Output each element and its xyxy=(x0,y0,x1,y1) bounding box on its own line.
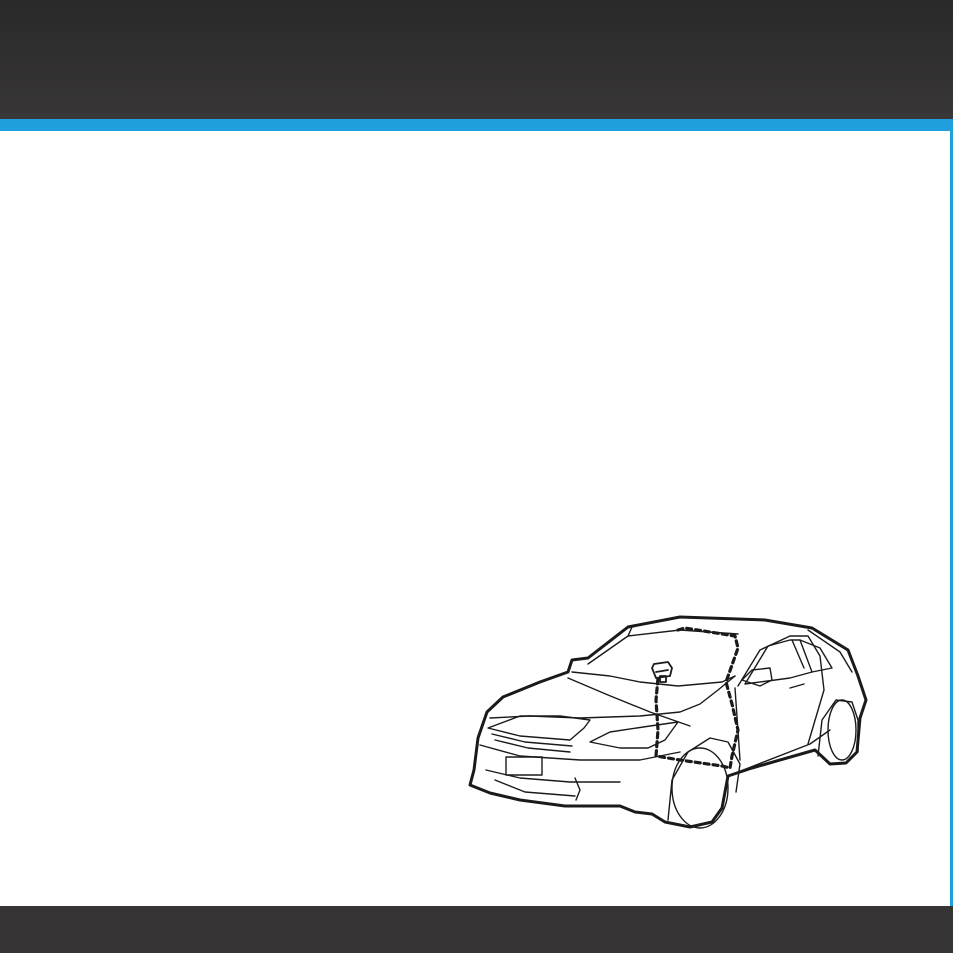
car-body-outline xyxy=(468,615,868,829)
header-bar xyxy=(0,0,953,120)
license-plate xyxy=(505,756,543,776)
antenna-mount xyxy=(651,661,673,683)
footer-bar xyxy=(0,906,953,953)
rear-wheel xyxy=(827,699,857,761)
accent-stripe xyxy=(0,119,953,131)
door-handle xyxy=(789,683,805,689)
manual-page xyxy=(0,0,953,953)
windshield-top xyxy=(587,629,739,665)
door-line xyxy=(737,635,825,745)
headlight xyxy=(589,721,679,749)
car-icon xyxy=(468,615,868,829)
front-wheel-arch xyxy=(667,737,741,821)
